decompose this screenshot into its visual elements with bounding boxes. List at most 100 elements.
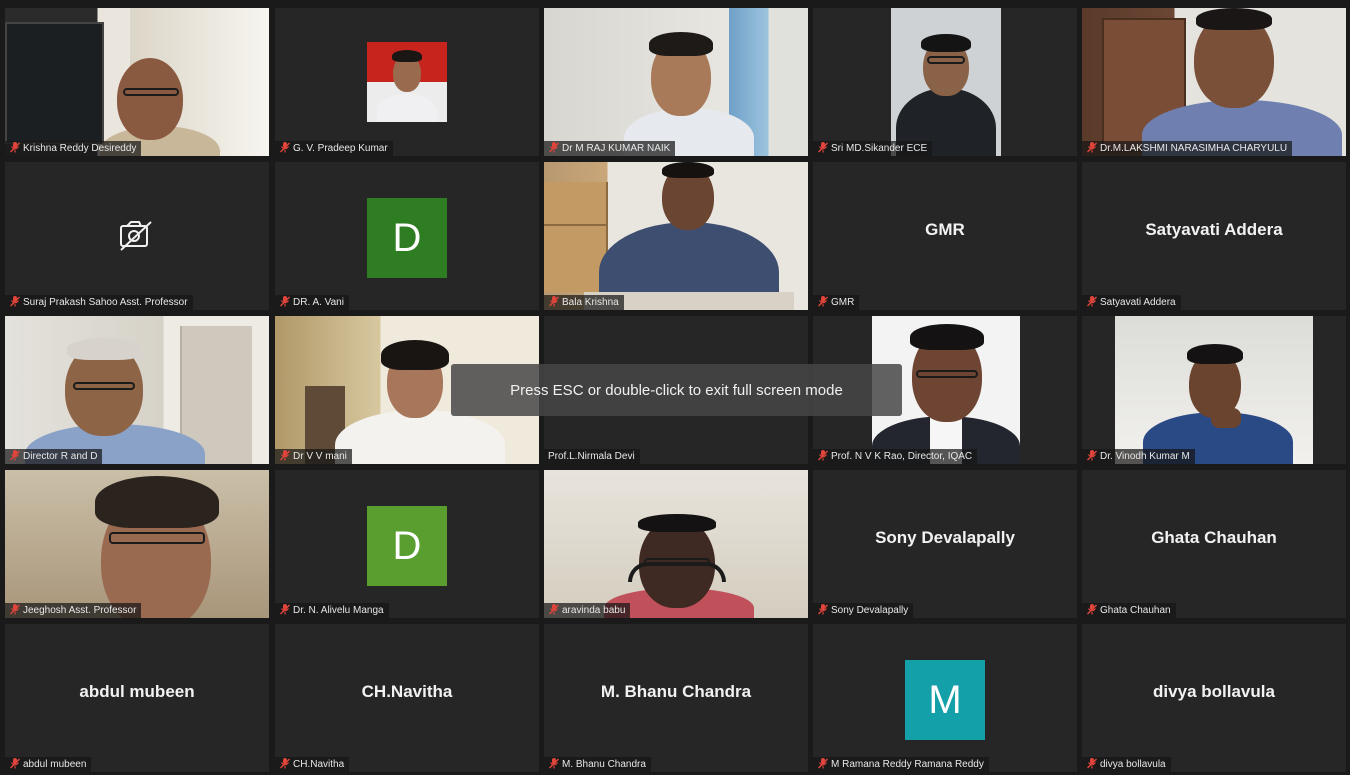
participant-tile[interactable]: Jeeghosh Asst. Professor: [5, 470, 269, 618]
participant-nameplate: M. Bhanu Chandra: [544, 757, 651, 772]
participant-nameplate: Suraj Prakash Sahoo Asst. Professor: [5, 295, 193, 310]
participant-tile[interactable]: Suraj Prakash Sahoo Asst. Professor: [5, 162, 269, 310]
video-feed: [544, 162, 808, 310]
participant-nameplate: Ghata Chauhan: [1082, 603, 1176, 618]
mic-muted-icon: [1086, 757, 1098, 770]
mic-muted-icon: [9, 757, 21, 770]
participant-nameplate: Bala Krishna: [544, 295, 624, 310]
participant-tile[interactable]: Director R and D: [5, 316, 269, 464]
participant-nameplate: Dr. Vinodh Kumar M: [1082, 449, 1195, 464]
participant-display-name: Ghata Chauhan: [1151, 528, 1277, 547]
participant-tile[interactable]: Dr. Vinodh Kumar M: [1082, 316, 1346, 464]
participant-nameplate: Prof.L.Nirmala Devi: [544, 449, 640, 464]
participant-tile[interactable]: Ghata Chauhan Ghata Chauhan: [1082, 470, 1346, 618]
video-feed: [5, 470, 269, 618]
mic-muted-icon: [1086, 603, 1098, 616]
mic-muted-icon: [9, 449, 21, 462]
participant-tile[interactable]: abdul mubeen abdul mubeen: [5, 624, 269, 772]
participant-name: Dr M RAJ KUMAR NAIK: [562, 143, 671, 154]
participant-name: GMR: [831, 297, 855, 308]
participant-tile[interactable]: Krishna Reddy Desireddy: [5, 8, 269, 156]
participant-name: Dr. N. Alivelu Manga: [293, 605, 384, 616]
participant-name: aravinda babu: [562, 605, 626, 616]
participant-name: Prof. N V K Rao, Director, IQAC: [831, 451, 973, 462]
participant-display-name: Sony Devalapally: [875, 528, 1015, 547]
video-feed: [1115, 316, 1313, 464]
profile-photo: [367, 42, 447, 122]
participant-tile[interactable]: divya bollavula divya bollavula: [1082, 624, 1346, 772]
mic-muted-icon: [1086, 449, 1098, 462]
mic-muted-icon: [817, 295, 829, 308]
participant-display-name: CH.Navitha: [361, 682, 453, 701]
participant-name: Bala Krishna: [562, 297, 619, 308]
participant-name: Prof.L.Nirmala Devi: [548, 451, 635, 462]
participant-name: Suraj Prakash Sahoo Asst. Professor: [23, 297, 188, 308]
mic-muted-icon: [279, 449, 291, 462]
participant-tile[interactable]: Dr M RAJ KUMAR NAIK: [544, 8, 808, 156]
camera-off-icon: [119, 220, 155, 252]
mic-muted-icon: [279, 141, 291, 154]
mic-muted-icon: [279, 295, 291, 308]
video-feed: [5, 316, 269, 464]
participant-name: DR. A. Vani: [293, 297, 344, 308]
participant-nameplate: abdul mubeen: [5, 757, 92, 772]
participant-nameplate: Dr.M.LAKSHMI NARASIMHA CHARYULU: [1082, 141, 1293, 156]
video-feed: [544, 470, 808, 618]
participant-tile[interactable]: CH.Navitha CH.Navitha: [275, 624, 539, 772]
participant-name: Director R and D: [23, 451, 98, 462]
participant-name: CH.Navitha: [293, 759, 345, 770]
participant-nameplate: aravinda babu: [544, 603, 631, 618]
mic-muted-icon: [9, 295, 21, 308]
participant-name: M. Bhanu Chandra: [562, 759, 646, 770]
participant-nameplate: DR. A. Vani: [275, 295, 349, 310]
participant-nameplate: Dr M RAJ KUMAR NAIK: [544, 141, 676, 156]
participant-name: Sri MD.Sikander ECE: [831, 143, 928, 154]
participant-tile[interactable]: aravinda babu: [544, 470, 808, 618]
participant-display-name: M. Bhanu Chandra: [600, 682, 752, 701]
video-feed: [891, 8, 1001, 156]
mic-muted-icon: [817, 141, 829, 154]
participant-name: Sony Devalapally: [831, 605, 909, 616]
participant-tile[interactable]: Satyavati Addera Satyavati Addera: [1082, 162, 1346, 310]
participant-tile[interactable]: D Dr. N. Alivelu Manga: [275, 470, 539, 618]
mic-muted-icon: [9, 603, 21, 616]
mic-muted-icon: [9, 141, 21, 154]
avatar: D: [367, 198, 447, 278]
participant-tile[interactable]: M M Ramana Reddy Ramana Reddy: [813, 624, 1077, 772]
avatar: M: [905, 660, 985, 740]
participant-name: Satyavati Addera: [1100, 297, 1176, 308]
participant-name: divya bollavula: [1100, 759, 1166, 770]
mic-muted-icon: [548, 603, 560, 616]
participant-nameplate: Director R and D: [5, 449, 103, 464]
participant-nameplate: Prof. N V K Rao, Director, IQAC: [813, 449, 978, 464]
participant-nameplate: Dr V V mani: [275, 449, 352, 464]
participant-nameplate: G. V. Pradeep Kumar: [275, 141, 393, 156]
participant-display-name: divya bollavula: [1153, 682, 1275, 701]
mic-muted-icon: [548, 757, 560, 770]
participant-tile[interactable]: Bala Krishna: [544, 162, 808, 310]
video-feed: [1082, 8, 1346, 156]
participant-tile[interactable]: GMR GMR: [813, 162, 1077, 310]
participant-tile[interactable]: Sri MD.Sikander ECE: [813, 8, 1077, 156]
participant-nameplate: divya bollavula: [1082, 757, 1171, 772]
participant-nameplate: M Ramana Reddy Ramana Reddy: [813, 757, 989, 772]
participant-tile[interactable]: Sony Devalapally Sony Devalapally: [813, 470, 1077, 618]
participant-name: Ghata Chauhan: [1100, 605, 1171, 616]
participant-name: M Ramana Reddy Ramana Reddy: [831, 759, 984, 770]
participant-nameplate: Krishna Reddy Desireddy: [5, 141, 142, 156]
participant-tile[interactable]: Dr.M.LAKSHMI NARASIMHA CHARYULU: [1082, 8, 1346, 156]
participant-nameplate: Sony Devalapally: [813, 603, 914, 618]
participant-name: Dr. Vinodh Kumar M: [1100, 451, 1190, 462]
participant-tile[interactable]: G. V. Pradeep Kumar: [275, 8, 539, 156]
participant-tile[interactable]: D DR. A. Vani: [275, 162, 539, 310]
participant-nameplate: Satyavati Addera: [1082, 295, 1181, 310]
participant-tile[interactable]: M. Bhanu Chandra M. Bhanu Chandra: [544, 624, 808, 772]
fullscreen-exit-toast: Press ESC or double-click to exit full s…: [451, 364, 902, 416]
mic-muted-icon: [279, 603, 291, 616]
participant-nameplate: Jeeghosh Asst. Professor: [5, 603, 142, 618]
mic-muted-icon: [817, 603, 829, 616]
participant-nameplate: Dr. N. Alivelu Manga: [275, 603, 389, 618]
participant-name: Dr.M.LAKSHMI NARASIMHA CHARYULU: [1100, 143, 1288, 154]
mic-muted-icon: [1086, 295, 1098, 308]
participant-nameplate: CH.Navitha: [275, 757, 350, 772]
